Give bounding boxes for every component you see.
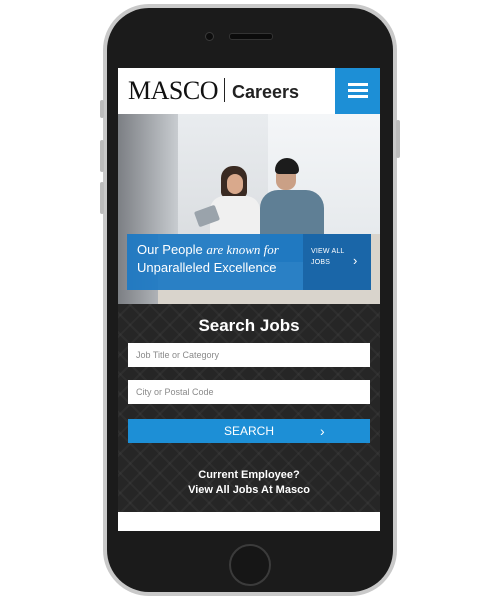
tagline-part2: Unparalleled Excellence [137,260,277,275]
home-button[interactable] [229,544,271,586]
current-employee-label[interactable]: Current Employee? [118,468,380,483]
tagline-part1: Our People [137,242,203,257]
volume-up-button [100,140,104,172]
tagline-emphasis: are known for [206,242,279,257]
hero-tagline-banner: Our People are known for Unparalleled Ex… [127,234,371,290]
site-header: MASCO Careers [118,68,380,114]
menu-button[interactable] [335,68,380,114]
search-jobs-section: Search Jobs SEARCH › Current Employee? V… [118,304,380,512]
power-button [396,120,400,158]
hamburger-menu-icon [347,83,368,99]
current-employee-block: Current Employee? View All Jobs At Masco [118,468,380,498]
hero-tagline: Our People are known for Unparalleled Ex… [137,241,302,277]
job-title-input[interactable] [128,343,370,367]
search-title: Search Jobs [198,316,300,335]
view-all-jobs-link[interactable]: View All Jobs At Masco [118,483,380,498]
view-all-jobs-label: VIEW ALL JOBS [311,248,345,266]
mute-switch [100,100,104,118]
chevron-right-icon: › [353,253,358,268]
person-woman-face [227,174,243,194]
phone-screen: MASCO Careers Our People are known for U… [118,68,380,531]
volume-down-button [100,182,104,214]
view-all-jobs-button[interactable]: VIEW ALL JOBS › [303,234,371,290]
careers-label[interactable]: Careers [232,81,299,103]
logo-divider [224,78,225,102]
search-button[interactable]: SEARCH › [128,419,370,443]
masco-logo[interactable]: MASCO [128,77,218,105]
footer-strip [118,512,380,531]
hero-banner-image: Our People are known for Unparalleled Ex… [118,114,380,304]
search-button-label: SEARCH [223,424,274,438]
earpiece-speaker [229,33,273,40]
chevron-right-icon: › [320,423,325,439]
front-camera [205,32,214,41]
location-input[interactable] [128,380,370,404]
